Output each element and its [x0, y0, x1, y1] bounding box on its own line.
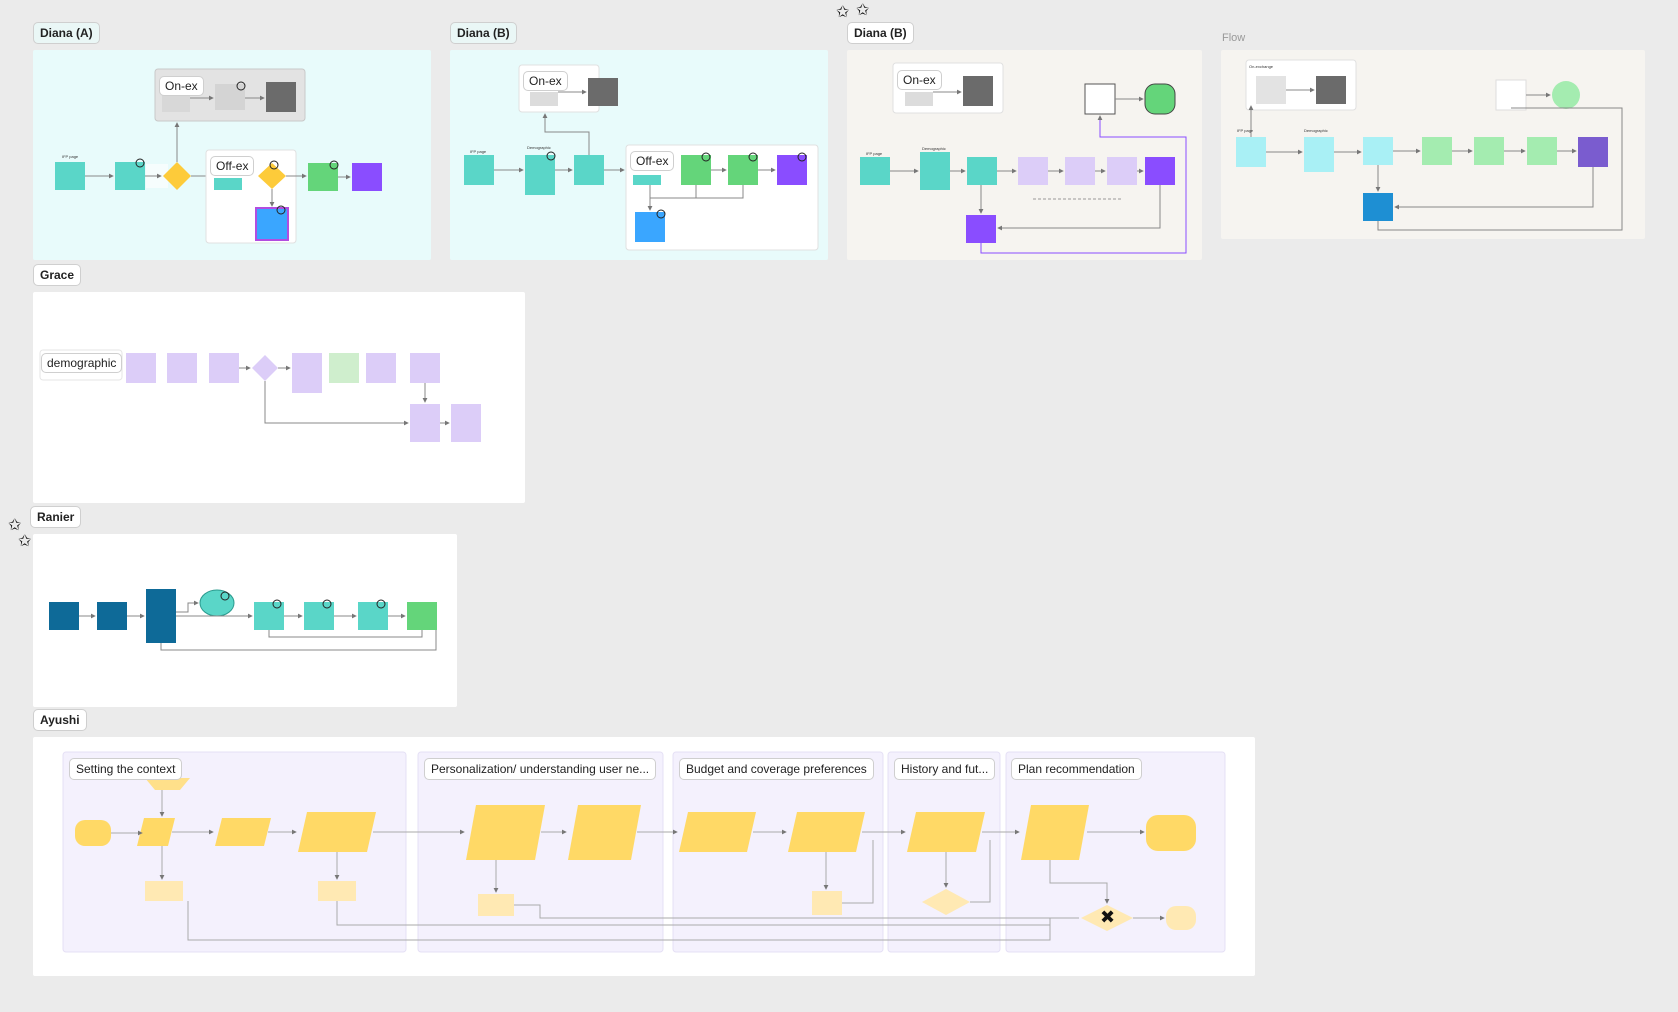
diana-b1-ifp-node[interactable] [464, 155, 494, 185]
ayushi-node[interactable] [812, 891, 842, 915]
ayushi-node[interactable] [907, 812, 985, 852]
flow-node[interactable] [1363, 193, 1393, 221]
ayushi-group-label-plan[interactable]: Plan recommendation [1011, 758, 1142, 780]
flow-node[interactable] [1363, 137, 1393, 165]
ranier-diagram [49, 589, 437, 651]
diana-a-node[interactable] [214, 178, 242, 190]
ranier-node[interactable] [407, 602, 437, 630]
whiteboard-canvas[interactable]: Diana (A) Diana (B) Diana (B) Flow Grace… [0, 0, 1678, 1012]
diana-a-node[interactable] [215, 84, 245, 110]
diana-b2-node[interactable] [967, 157, 997, 185]
ayushi-node[interactable] [1166, 906, 1196, 930]
grace-node[interactable] [366, 353, 396, 383]
flow-diagram [1236, 59, 1623, 231]
flow-ifp-node[interactable] [1236, 137, 1266, 167]
grace-node[interactable] [126, 353, 156, 383]
flow-node[interactable] [1495, 79, 1527, 111]
flow-demographic-node[interactable] [1304, 137, 1334, 172]
diana-b2-node[interactable] [966, 215, 996, 243]
ayushi-node[interactable] [466, 805, 545, 860]
flow-on-exchange-label: On-exchange [1249, 64, 1274, 69]
diana-b1-on-ex-label[interactable]: On-ex [523, 71, 568, 91]
diana-a-node[interactable] [162, 94, 190, 112]
diana-a-node[interactable] [352, 163, 382, 191]
diana-b2-on-ex-label[interactable]: On-ex [897, 70, 942, 90]
diana-b1-node[interactable] [777, 155, 807, 185]
flow-node[interactable] [1316, 76, 1346, 104]
diana-b1-off-ex-label[interactable]: Off-ex [630, 151, 675, 171]
grace-decision[interactable] [252, 355, 278, 381]
ayushi-group-label-budget[interactable]: Budget and coverage preferences [679, 758, 874, 780]
diana-a-ifp-page-label: IFP page [62, 154, 79, 159]
ranier-node[interactable] [304, 602, 334, 630]
diana-b2-ifp-page-label: IFP page [866, 151, 883, 156]
diana-b1-node[interactable] [728, 155, 758, 185]
ranier-node[interactable] [254, 602, 284, 630]
ayushi-end-node[interactable] [1146, 815, 1196, 851]
grace-node[interactable] [209, 353, 239, 383]
diana-b2-demographic-label: Demographic [922, 146, 946, 151]
flow-node[interactable] [1527, 137, 1557, 165]
ayushi-node[interactable] [478, 894, 514, 916]
grace-node[interactable] [451, 404, 481, 442]
ayushi-node[interactable] [215, 818, 271, 846]
diana-b2-node[interactable] [1145, 157, 1175, 185]
diana-b2-node[interactable] [1065, 157, 1095, 185]
diana-b2-node[interactable] [1107, 157, 1137, 185]
ayushi-group-label-history[interactable]: History and fut... [894, 758, 996, 780]
grace-node[interactable] [410, 353, 440, 383]
diana-b2-node[interactable] [963, 76, 993, 106]
diana-b2-diagram [860, 62, 1187, 254]
diana-b1-node[interactable] [681, 155, 711, 185]
diana-a-node[interactable] [115, 162, 145, 190]
diana-b1-demographic-node[interactable] [525, 155, 555, 195]
diana-b1-node[interactable] [588, 78, 618, 106]
grace-node[interactable] [329, 353, 359, 383]
ayushi-start-node[interactable] [75, 820, 111, 846]
cross-sticker-icon: ✖ [1100, 907, 1116, 928]
ayushi-node[interactable] [679, 812, 756, 852]
ayushi-node[interactable] [298, 812, 376, 852]
ranier-node[interactable] [97, 602, 127, 630]
flow-node[interactable] [1422, 137, 1452, 165]
flow-node[interactable] [1578, 137, 1608, 167]
diana-a-on-ex-label[interactable]: On-ex [159, 76, 204, 96]
flow-demographic-label: Demographic [1304, 128, 1328, 133]
diana-b1-ifp-page-label: IFP page [470, 149, 487, 154]
diana-a-ifp-node[interactable] [55, 162, 85, 190]
flow-node[interactable] [1552, 81, 1580, 109]
grace-node[interactable] [167, 353, 197, 383]
grace-demographic-label[interactable]: demographic [41, 353, 123, 373]
ayushi-node[interactable] [318, 881, 356, 901]
diana-a-off-ex-label[interactable]: Off-ex [210, 156, 255, 176]
diana-b1-demographic-label: Demographic [527, 145, 551, 150]
ranier-node[interactable] [146, 589, 176, 643]
diana-b1-node[interactable] [574, 155, 604, 185]
ayushi-node[interactable] [145, 881, 183, 901]
grace-node[interactable] [410, 404, 440, 442]
ayushi-group-label-personalization[interactable]: Personalization/ understanding user ne..… [424, 758, 657, 780]
ayushi-group-label-context[interactable]: Setting the context [69, 758, 183, 780]
flow-node[interactable] [1474, 137, 1504, 165]
flow-ifp-page-label: IFP page [1237, 128, 1254, 133]
ayushi-node[interactable] [1021, 805, 1089, 860]
ayushi-node[interactable] [788, 812, 865, 852]
ayushi-diagram [62, 751, 1226, 953]
diana-b1-node[interactable] [635, 212, 665, 242]
diagram-layer [39, 59, 1623, 953]
ayushi-node[interactable] [568, 805, 641, 860]
diana-b2-node[interactable] [1144, 83, 1176, 115]
ranier-node[interactable] [49, 602, 79, 630]
ranier-node[interactable] [358, 602, 388, 630]
grace-node[interactable] [292, 353, 322, 393]
diana-b2-ifp-node[interactable] [860, 157, 890, 185]
diana-b2-demographic-node[interactable] [920, 152, 950, 190]
diana-b2-node[interactable] [1018, 157, 1048, 185]
diana-b2-node[interactable] [1084, 83, 1116, 115]
diana-a-node[interactable] [308, 163, 338, 191]
diana-a-node[interactable] [266, 82, 296, 112]
